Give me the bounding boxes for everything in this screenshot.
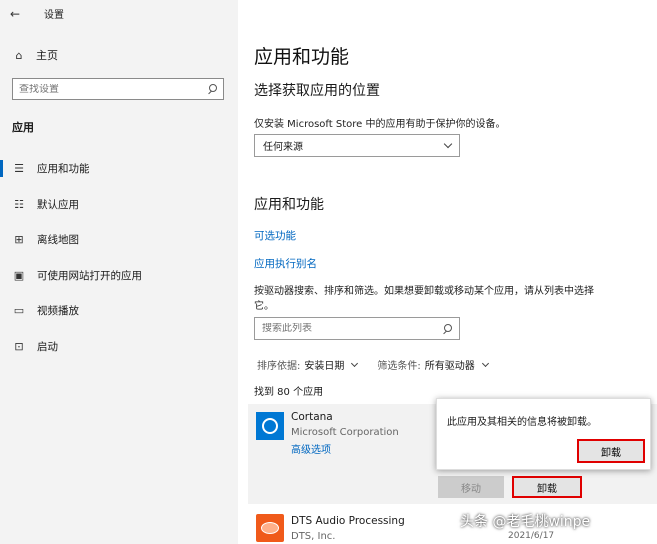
video-playback-icon: ▭ (13, 304, 25, 318)
title-bar: ← 设置 (10, 6, 64, 22)
home-label: 主页 (36, 49, 58, 62)
page-title: 应用和功能 (254, 46, 350, 68)
app-aliases-link[interactable]: 应用执行别名 (254, 256, 317, 271)
uninstall-button[interactable]: 卸载 (512, 476, 582, 498)
watermark: 头条 @老毛桃winpe (460, 514, 591, 530)
app-publisher: Microsoft Corporation (291, 427, 399, 438)
chevron-down-icon (351, 359, 359, 367)
sort-value: 安装日期 (304, 361, 345, 372)
back-arrow-icon[interactable]: ← (10, 7, 24, 21)
offline-maps-icon: ⊞ (14, 233, 24, 247)
sidebar-item-apps-features[interactable]: ☰ 应用和功能 (0, 151, 238, 187)
filters-row: 排序依据: 安装日期 筛选条件: 所有驱动器 (257, 357, 489, 372)
sidebar-item-startup[interactable]: ⊡ 启动 (0, 329, 238, 365)
sort-dropdown[interactable]: 排序依据: 安装日期 (257, 357, 359, 372)
app-publisher: DTS, Inc. (291, 531, 336, 542)
sidebar-item-apps-for-websites[interactable]: ▣ 可使用网站打开的应用 (0, 258, 238, 294)
sidebar-item-label: 启动 (37, 340, 58, 353)
uninstall-confirm-flyout: 此应用及其相关的信息将被卸载。 卸载 (436, 398, 651, 470)
sidebar-item-label: 默认应用 (37, 198, 79, 211)
app-list-search-input[interactable] (262, 323, 432, 334)
sidebar-item-home[interactable]: ⌂ 主页 (12, 47, 59, 63)
apps-features-icon: ☰ (14, 162, 24, 176)
dts-app-icon (256, 514, 284, 542)
sidebar-item-label: 离线地图 (37, 234, 79, 247)
sidebar-item-offline-maps[interactable]: ⊞ 离线地图 (0, 222, 238, 258)
apps-features-description: 按驱动器搜索、排序和筛选。如果想要卸载或移动某个应用，请从列表中选择它。 (254, 286, 594, 312)
choose-location-description: 仅安装 Microsoft Store 中的应用有助于保护你的设备。 (254, 119, 506, 130)
settings-search-box[interactable] (12, 78, 224, 100)
main-content: 应用和功能 选择获取应用的位置 仅安装 Microsoft Store 中的应用… (238, 0, 657, 544)
confirm-uninstall-button[interactable]: 卸载 (577, 439, 645, 463)
settings-search-input[interactable] (19, 83, 189, 95)
sidebar-item-label: 可使用网站打开的应用 (37, 269, 142, 282)
apps-for-websites-icon: ▣ (13, 268, 25, 282)
sidebar-nav: ☰ 应用和功能 ☷ 默认应用 ⊞ 离线地图 ▣ 可使用网站打开的应用 ▭ 视频播… (0, 151, 238, 364)
search-icon[interactable] (207, 84, 217, 94)
optional-features-link[interactable]: 可选功能 (254, 228, 296, 243)
flyout-message: 此应用及其相关的信息将被卸载。 (447, 417, 597, 428)
default-apps-icon: ☷ (14, 197, 24, 211)
app-name: Cortana (291, 411, 333, 423)
home-icon: ⌂ (15, 48, 23, 62)
chevron-down-icon (443, 139, 453, 149)
cortana-app-icon (256, 412, 284, 440)
filter-dropdown[interactable]: 筛选条件: 所有驱动器 (377, 357, 489, 372)
sidebar-item-label: 应用和功能 (37, 163, 90, 176)
sidebar-section-label: 应用 (12, 121, 34, 134)
sidebar-item-label: 视频播放 (37, 305, 79, 318)
choose-location-heading: 选择获取应用的位置 (254, 83, 380, 99)
chevron-down-icon (481, 359, 489, 367)
window-title: 设置 (44, 10, 64, 21)
sidebar: ← 设置 ⌂ 主页 应用 ☰ 应用和功能 ☷ 默认应用 ⊞ 离线地图 ▣ 可使用… (0, 0, 238, 544)
apps-found-count: 找到 80 个应用 (254, 387, 324, 398)
app-install-date: 2021/6/17 (508, 531, 555, 541)
app-source-dropdown[interactable]: 任何来源 (254, 134, 460, 157)
search-icon[interactable] (442, 323, 452, 334)
move-button[interactable]: 移动 (438, 476, 504, 498)
sort-label: 排序依据: (257, 361, 301, 372)
advanced-options-link[interactable]: 高级选项 (291, 441, 331, 456)
app-list-search-box[interactable] (254, 317, 460, 340)
apps-features-heading: 应用和功能 (254, 197, 324, 213)
app-source-value: 任何来源 (263, 142, 303, 153)
startup-icon: ⊡ (14, 339, 24, 353)
filter-value: 所有驱动器 (424, 361, 475, 372)
sidebar-item-video-playback[interactable]: ▭ 视频播放 (0, 293, 238, 329)
filter-label: 筛选条件: (377, 361, 421, 372)
app-name[interactable]: DTS Audio Processing (291, 515, 405, 527)
sidebar-item-default-apps[interactable]: ☷ 默认应用 (0, 187, 238, 223)
